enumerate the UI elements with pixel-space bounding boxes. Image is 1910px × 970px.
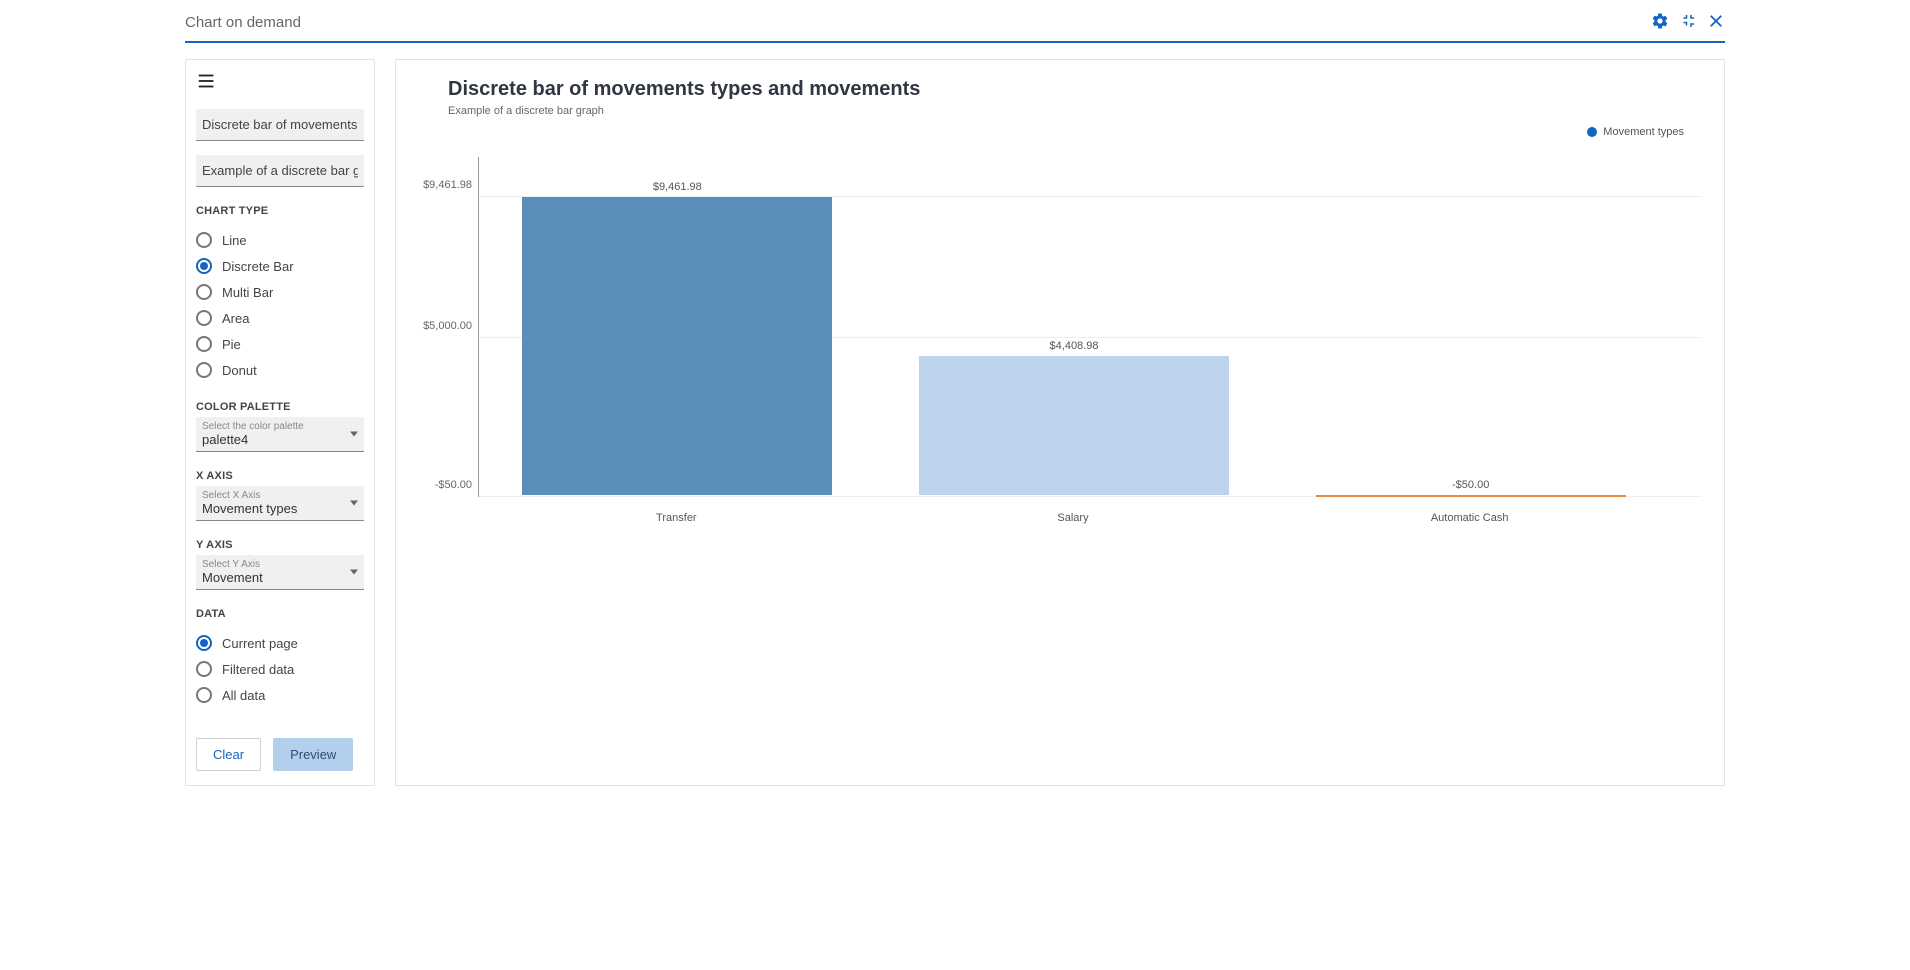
chart-type-option-donut[interactable]: Donut xyxy=(196,357,364,383)
radio-label: Area xyxy=(222,311,249,326)
radio-icon xyxy=(196,310,212,326)
chart-panel: Discrete bar of movements types and move… xyxy=(395,59,1725,786)
close-icon[interactable] xyxy=(1707,12,1725,33)
chart-title-input[interactable] xyxy=(196,109,364,141)
data-label: DATA xyxy=(196,608,364,620)
chart-type-option-area[interactable]: Area xyxy=(196,305,364,331)
radio-label: Donut xyxy=(222,363,257,378)
radio-label: Pie xyxy=(222,337,241,352)
chart-type-option-line[interactable]: Line xyxy=(196,227,364,253)
bar-transfer[interactable]: $9,461.98 xyxy=(522,197,832,497)
x-axis-label: X AXIS xyxy=(196,470,364,482)
category-label: Transfer xyxy=(521,512,831,524)
chevron-down-icon xyxy=(350,432,358,437)
chart-subtitle-input[interactable] xyxy=(196,155,364,187)
bar-value-label: $4,408.98 xyxy=(919,340,1229,352)
data-option-all-data[interactable]: All data xyxy=(196,682,364,708)
radio-icon xyxy=(196,362,212,378)
preview-button[interactable]: Preview xyxy=(273,738,353,771)
data-option-filtered-data[interactable]: Filtered data xyxy=(196,656,364,682)
radio-label: Current page xyxy=(222,636,298,651)
color-palette-select[interactable]: Select the color palette palette4 xyxy=(196,417,364,452)
category-label: Automatic Cash xyxy=(1315,512,1625,524)
page-title: Chart on demand xyxy=(185,14,301,31)
bar-salary[interactable]: $4,408.98 xyxy=(919,197,1229,497)
radio-icon xyxy=(196,336,212,352)
y-tick-label: $5,000.00 xyxy=(423,320,472,332)
category-label: Salary xyxy=(918,512,1228,524)
radio-icon xyxy=(196,661,212,677)
data-option-current-page[interactable]: Current page xyxy=(196,630,364,656)
y-tick-label: $9,461.98 xyxy=(423,179,472,191)
chart-title: Discrete bar of movements types and move… xyxy=(448,78,1702,101)
radio-icon xyxy=(196,232,212,248)
chart-type-label: CHART TYPE xyxy=(196,205,364,217)
radio-label: Filtered data xyxy=(222,662,294,677)
collapse-icon[interactable] xyxy=(1679,12,1697,33)
menu-icon[interactable] xyxy=(196,70,364,95)
config-sidebar: CHART TYPE Line Discrete Bar Multi Bar Area… xyxy=(185,59,375,786)
chart-type-option-discrete-bar[interactable]: Discrete Bar xyxy=(196,253,364,279)
legend-item[interactable]: Movement types xyxy=(1587,126,1684,138)
chevron-down-icon xyxy=(350,501,358,506)
bar-automatic-cash[interactable]: -$50.00 xyxy=(1316,197,1626,497)
chart-type-option-multi-bar[interactable]: Multi Bar xyxy=(196,279,364,305)
radio-icon xyxy=(196,284,212,300)
bar-value-label: $9,461.98 xyxy=(522,181,832,193)
radio-label: All data xyxy=(222,688,265,703)
bar-value-label: -$50.00 xyxy=(1316,479,1626,491)
gear-icon[interactable] xyxy=(1651,12,1669,33)
y-tick-label: -$50.00 xyxy=(435,479,472,491)
radio-icon xyxy=(196,635,212,651)
y-axis-select[interactable]: Select Y Axis Movement xyxy=(196,555,364,590)
clear-button[interactable]: Clear xyxy=(196,738,261,771)
x-axis-select[interactable]: Select X Axis Movement types xyxy=(196,486,364,521)
chart-subtitle: Example of a discrete bar graph xyxy=(448,105,1702,117)
y-axis-label: Y AXIS xyxy=(196,539,364,551)
legend-dot-icon xyxy=(1587,127,1597,137)
radio-label: Discrete Bar xyxy=(222,259,294,274)
chevron-down-icon xyxy=(350,570,358,575)
color-palette-label: COLOR PALETTE xyxy=(196,401,364,413)
radio-label: Line xyxy=(222,233,247,248)
radio-label: Multi Bar xyxy=(222,285,273,300)
radio-icon xyxy=(196,687,212,703)
chart-type-option-pie[interactable]: Pie xyxy=(196,331,364,357)
radio-icon xyxy=(196,258,212,274)
